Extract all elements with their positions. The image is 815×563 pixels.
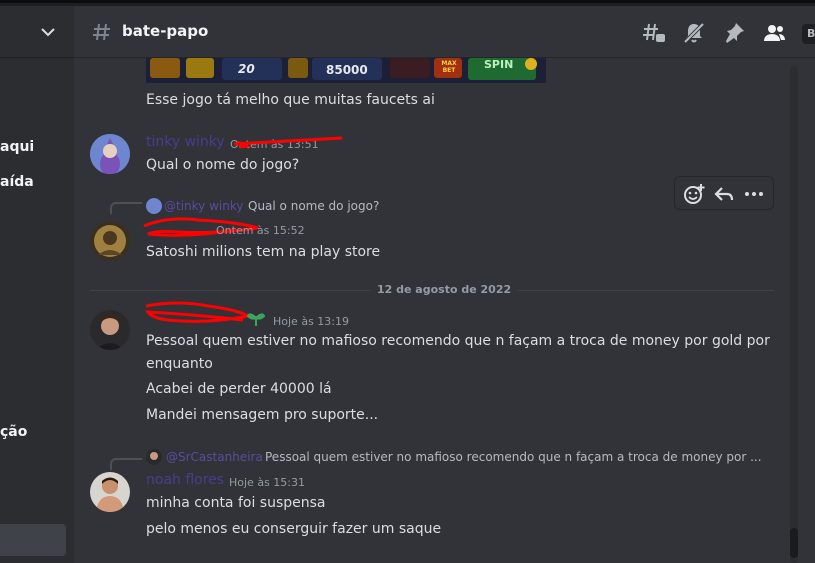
sidebar-item-cao[interactable]: ção: [0, 424, 27, 440]
timestamp: Ontem às 13:51: [230, 138, 319, 151]
avatar[interactable]: [90, 221, 130, 261]
date-divider-label: 12 de agosto de 2022: [371, 283, 518, 296]
notification-muted-icon[interactable]: [682, 21, 706, 45]
pin-icon[interactable]: [722, 21, 746, 45]
timestamp: Hoje às 13:19: [273, 315, 349, 328]
message-text: Mandei mensagem pro suporte...: [146, 407, 379, 423]
timestamp: Hoje às 15:31: [229, 476, 305, 489]
reply-spine: [110, 458, 142, 470]
username[interactable]: tinky winky: [146, 134, 225, 150]
timestamp: Ontem às 15:52: [216, 224, 305, 237]
reply-preview-text[interactable]: Qual o nome do jogo?: [248, 199, 379, 213]
message-list: 20 85000 MAX BET SPIN Esse jogo tá melho…: [74, 58, 815, 563]
hashtag-icon: [93, 23, 110, 41]
avatar-image: [90, 134, 130, 174]
leaf-icon: [246, 313, 266, 326]
message-text: Acabei de perder 40000 lá: [146, 381, 332, 397]
threads-icon[interactable]: [642, 21, 666, 45]
reply-avatar: [146, 198, 162, 214]
redaction-scribble: [145, 301, 253, 323]
username[interactable]: noah flores: [146, 472, 224, 488]
reply-spine: [110, 202, 142, 214]
window-top-accent: [0, 0, 815, 3]
avatar-image: [90, 310, 130, 350]
scrollbar-track[interactable]: [790, 66, 798, 563]
reply-username[interactable]: @SrCastanheira: [166, 450, 263, 464]
avatar[interactable]: [90, 472, 130, 512]
message-text: Qual o nome do jogo?: [146, 157, 300, 173]
server-header[interactable]: [0, 6, 74, 58]
game-tile-maxbet: MAX BET: [441, 60, 457, 74]
scrollbar-thumb[interactable]: [790, 528, 798, 558]
sidebar-item-aqui[interactable]: aqui: [0, 139, 34, 155]
reply-username[interactable]: @tinky winky: [164, 199, 243, 213]
message-text: Satoshi milions tem na play store: [146, 244, 381, 260]
channel-header: bate-papo B: [74, 6, 815, 58]
member-list-icon[interactable]: [762, 21, 786, 45]
sidebar-item-saida[interactable]: aída: [0, 174, 34, 190]
channel-name: bate-papo: [122, 22, 209, 40]
message-text: Pessoal quem estiver no mafioso recomend…: [146, 333, 770, 349]
chevron-down-icon[interactable]: [40, 24, 56, 40]
avatar[interactable]: [90, 310, 130, 350]
sidebar-selected-item[interactable]: [0, 524, 66, 556]
reply-icon[interactable]: [713, 183, 735, 205]
game-tile-85000: 85000: [326, 63, 368, 77]
avatar-image: [90, 221, 130, 261]
game-tile-20: 20: [238, 62, 255, 76]
game-tile-spin: SPIN: [484, 58, 514, 71]
reply-avatar-image: [146, 449, 162, 465]
add-reaction-icon[interactable]: [683, 183, 705, 205]
game-screenshot-attachment[interactable]: 20 85000 MAX BET SPIN: [146, 58, 546, 83]
message-text: minha conta foi suspensa: [146, 495, 326, 511]
message-text: Esse jogo tá melho que muitas faucets ai: [146, 92, 435, 108]
search-box[interactable]: B: [802, 24, 815, 44]
avatar[interactable]: [90, 134, 130, 174]
channel-sidebar: aqui aída ção: [0, 6, 74, 563]
message-text: pelo menos eu conserguir fazer um saque: [146, 521, 442, 537]
reply-preview-text[interactable]: Pessoal quem estiver no mafioso recomend…: [265, 450, 762, 464]
message-text-continued: enquanto: [146, 356, 213, 372]
more-options-icon[interactable]: [743, 183, 765, 205]
message-action-bar: [674, 176, 774, 210]
avatar-image: [90, 472, 130, 512]
reply-avatar: [146, 449, 162, 465]
